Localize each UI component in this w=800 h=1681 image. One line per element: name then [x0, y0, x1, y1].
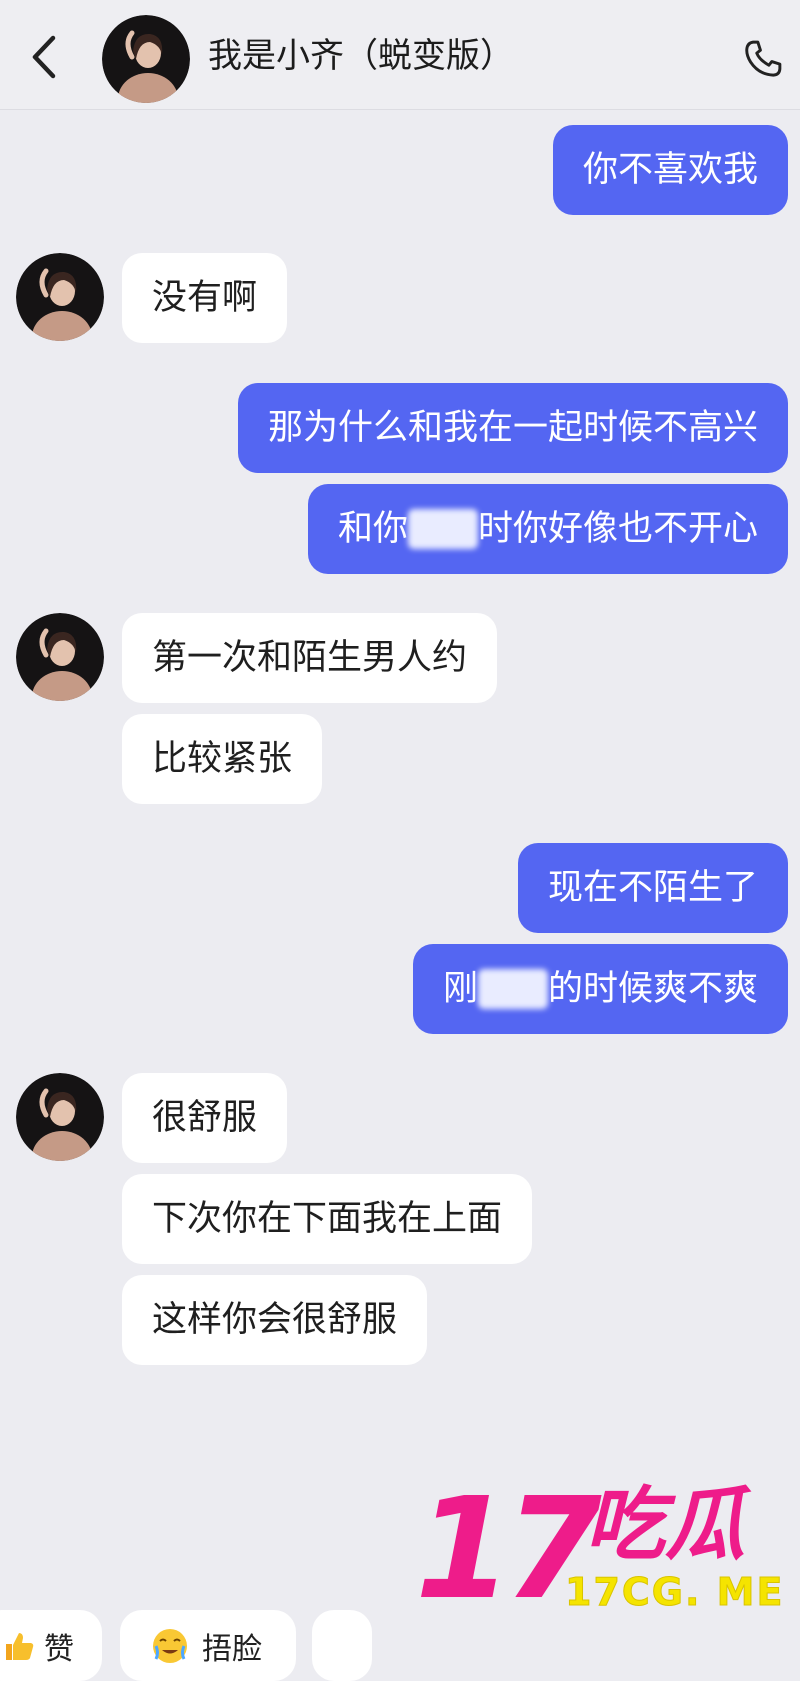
- sender-avatar[interactable]: [16, 1073, 104, 1161]
- reaction-label: 捂脸: [202, 1631, 262, 1667]
- message-bubble-outgoing[interactable]: 现在不陌生了: [517, 843, 788, 933]
- chat-title: 我是小齐（蜕变版）: [208, 36, 514, 76]
- reaction-facepalm-button[interactable]: 捂脸: [120, 1610, 296, 1681]
- message-text: 现在不陌生了: [547, 868, 758, 908]
- message-text: 这样你会很舒服: [152, 1300, 398, 1340]
- message-text: 那为什么和我在一起时候不高兴: [267, 408, 758, 448]
- sender-avatar[interactable]: [16, 253, 104, 341]
- thumbs-up-icon: [6, 1632, 34, 1660]
- message-text: 你不喜欢我: [582, 150, 758, 190]
- reaction-label: 赞: [44, 1631, 74, 1667]
- message-bubble-incoming[interactable]: 比较紧张: [122, 714, 323, 804]
- message-bubble-outgoing[interactable]: 刚操你的时候爽不爽: [412, 944, 788, 1034]
- message-text: 第一次和陌生男人约: [152, 638, 468, 678]
- message-text: 下次你在下面我在上面: [152, 1199, 503, 1239]
- message-bubble-incoming[interactable]: 下次你在下面我在上面: [122, 1174, 533, 1264]
- message-bubble-incoming[interactable]: 没有啊: [122, 253, 288, 343]
- reaction-more-chip[interactable]: [312, 1610, 372, 1681]
- message-text-suffix: 的时候爽不爽: [547, 969, 758, 1009]
- message-text: 比较紧张: [152, 739, 293, 779]
- message-bubble-outgoing[interactable]: 和你做爱时你好像也不开心: [307, 484, 788, 574]
- message-text: 没有啊: [152, 278, 258, 318]
- message-bubble-incoming[interactable]: 第一次和陌生男人约: [122, 613, 498, 703]
- message-bubble-outgoing[interactable]: 那为什么和我在一起时候不高兴: [237, 383, 788, 473]
- watermark-url: 17CG. ME: [564, 1570, 785, 1615]
- call-button[interactable]: [738, 34, 788, 84]
- watermark-brand: 吃瓜: [585, 1478, 745, 1571]
- phone-icon: [745, 40, 782, 77]
- message-bubble-incoming[interactable]: 这样你会很舒服: [122, 1275, 428, 1365]
- facepalm-emoji-icon: [153, 1628, 187, 1663]
- contact-avatar[interactable]: [102, 15, 190, 103]
- chevron-left-icon: [32, 35, 56, 79]
- sender-avatar[interactable]: [16, 613, 104, 701]
- message-text: 很舒服: [152, 1098, 258, 1138]
- chat-header: 我是小齐（蜕变版）: [0, 0, 800, 110]
- message-text-suffix: 时你好像也不开心: [477, 509, 758, 549]
- site-watermark: 17 吃瓜 17CG. ME: [415, 1480, 795, 1620]
- quick-reactions-bar: 赞 捂脸: [0, 1610, 800, 1681]
- censored-text: 操你: [477, 969, 548, 1009]
- message-bubble-outgoing[interactable]: 你不喜欢我: [552, 125, 788, 215]
- reaction-like-button[interactable]: 赞: [0, 1610, 102, 1681]
- message-bubble-incoming[interactable]: 很舒服: [122, 1073, 288, 1163]
- message-text-prefix: 和你: [337, 509, 408, 549]
- back-button[interactable]: [22, 32, 66, 82]
- censored-text: 做爱: [407, 509, 478, 549]
- message-text-prefix: 刚: [442, 969, 478, 1009]
